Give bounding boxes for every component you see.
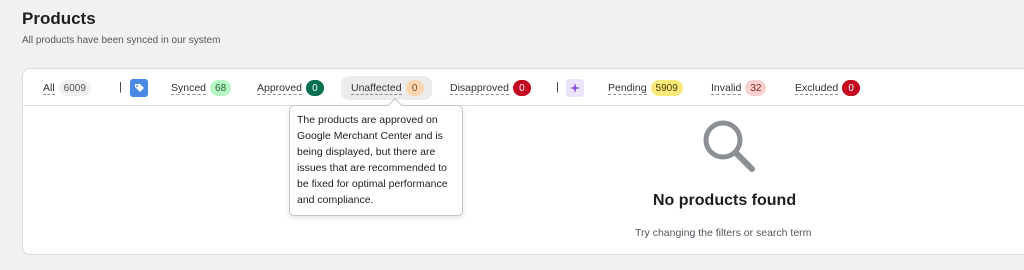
- filter-pending-label: Pending: [608, 81, 647, 95]
- filter-approved-count: 0: [305, 80, 324, 96]
- filter-excluded[interactable]: Excluded 0: [795, 78, 861, 98]
- filter-synced-count: 68: [210, 80, 232, 96]
- filter-synced-label: Synced: [171, 81, 207, 95]
- filter-disapproved-count: 0: [512, 80, 531, 96]
- empty-state-title: No products found: [653, 192, 797, 209]
- filter-invalid-count: 32: [745, 80, 767, 96]
- filter-unaffected-count: 0: [405, 80, 424, 96]
- filter-pending[interactable]: Pending 5909: [608, 78, 683, 98]
- filter-excluded-label: Excluded: [795, 81, 839, 95]
- filter-bar: All 6009 | Synced 68 Approved 0 Unaffect…: [23, 69, 1024, 106]
- search-icon: [703, 120, 755, 172]
- separator: |: [556, 81, 559, 93]
- filter-invalid[interactable]: Invalid 32: [711, 78, 767, 98]
- google-merchant-tag-icon[interactable]: [130, 79, 148, 97]
- filter-excluded-count: 0: [842, 80, 861, 96]
- unaffected-tooltip: The products are approved on Google Merc…: [289, 97, 463, 216]
- filter-invalid-label: Invalid: [711, 81, 742, 95]
- filter-unaffected[interactable]: Unaffected 0: [341, 76, 432, 100]
- filter-unaffected-label: Unaffected: [351, 81, 402, 95]
- page-title: Products: [22, 9, 96, 28]
- filter-approved-label: Approved: [257, 81, 302, 95]
- sparkle-icon[interactable]: [566, 79, 584, 97]
- page-subtitle: All products have been synced in our sys…: [22, 35, 221, 46]
- tooltip-text: The products are approved on Google Merc…: [297, 114, 448, 206]
- products-card: All 6009 | Synced 68 Approved 0 Unaffect…: [22, 68, 1024, 255]
- filter-disapproved-label: Disapproved: [450, 81, 509, 95]
- empty-state-hint: Try changing the filters or search term: [635, 227, 812, 239]
- filter-all-label: All: [43, 81, 55, 95]
- filter-synced[interactable]: Synced 68: [171, 78, 232, 98]
- filter-pending-count: 5909: [650, 80, 683, 96]
- filter-disapproved[interactable]: Disapproved 0: [450, 78, 531, 98]
- filter-all[interactable]: All 6009: [43, 78, 91, 98]
- separator: |: [119, 81, 122, 93]
- filter-approved[interactable]: Approved 0: [257, 78, 324, 98]
- filter-all-count: 6009: [58, 80, 91, 96]
